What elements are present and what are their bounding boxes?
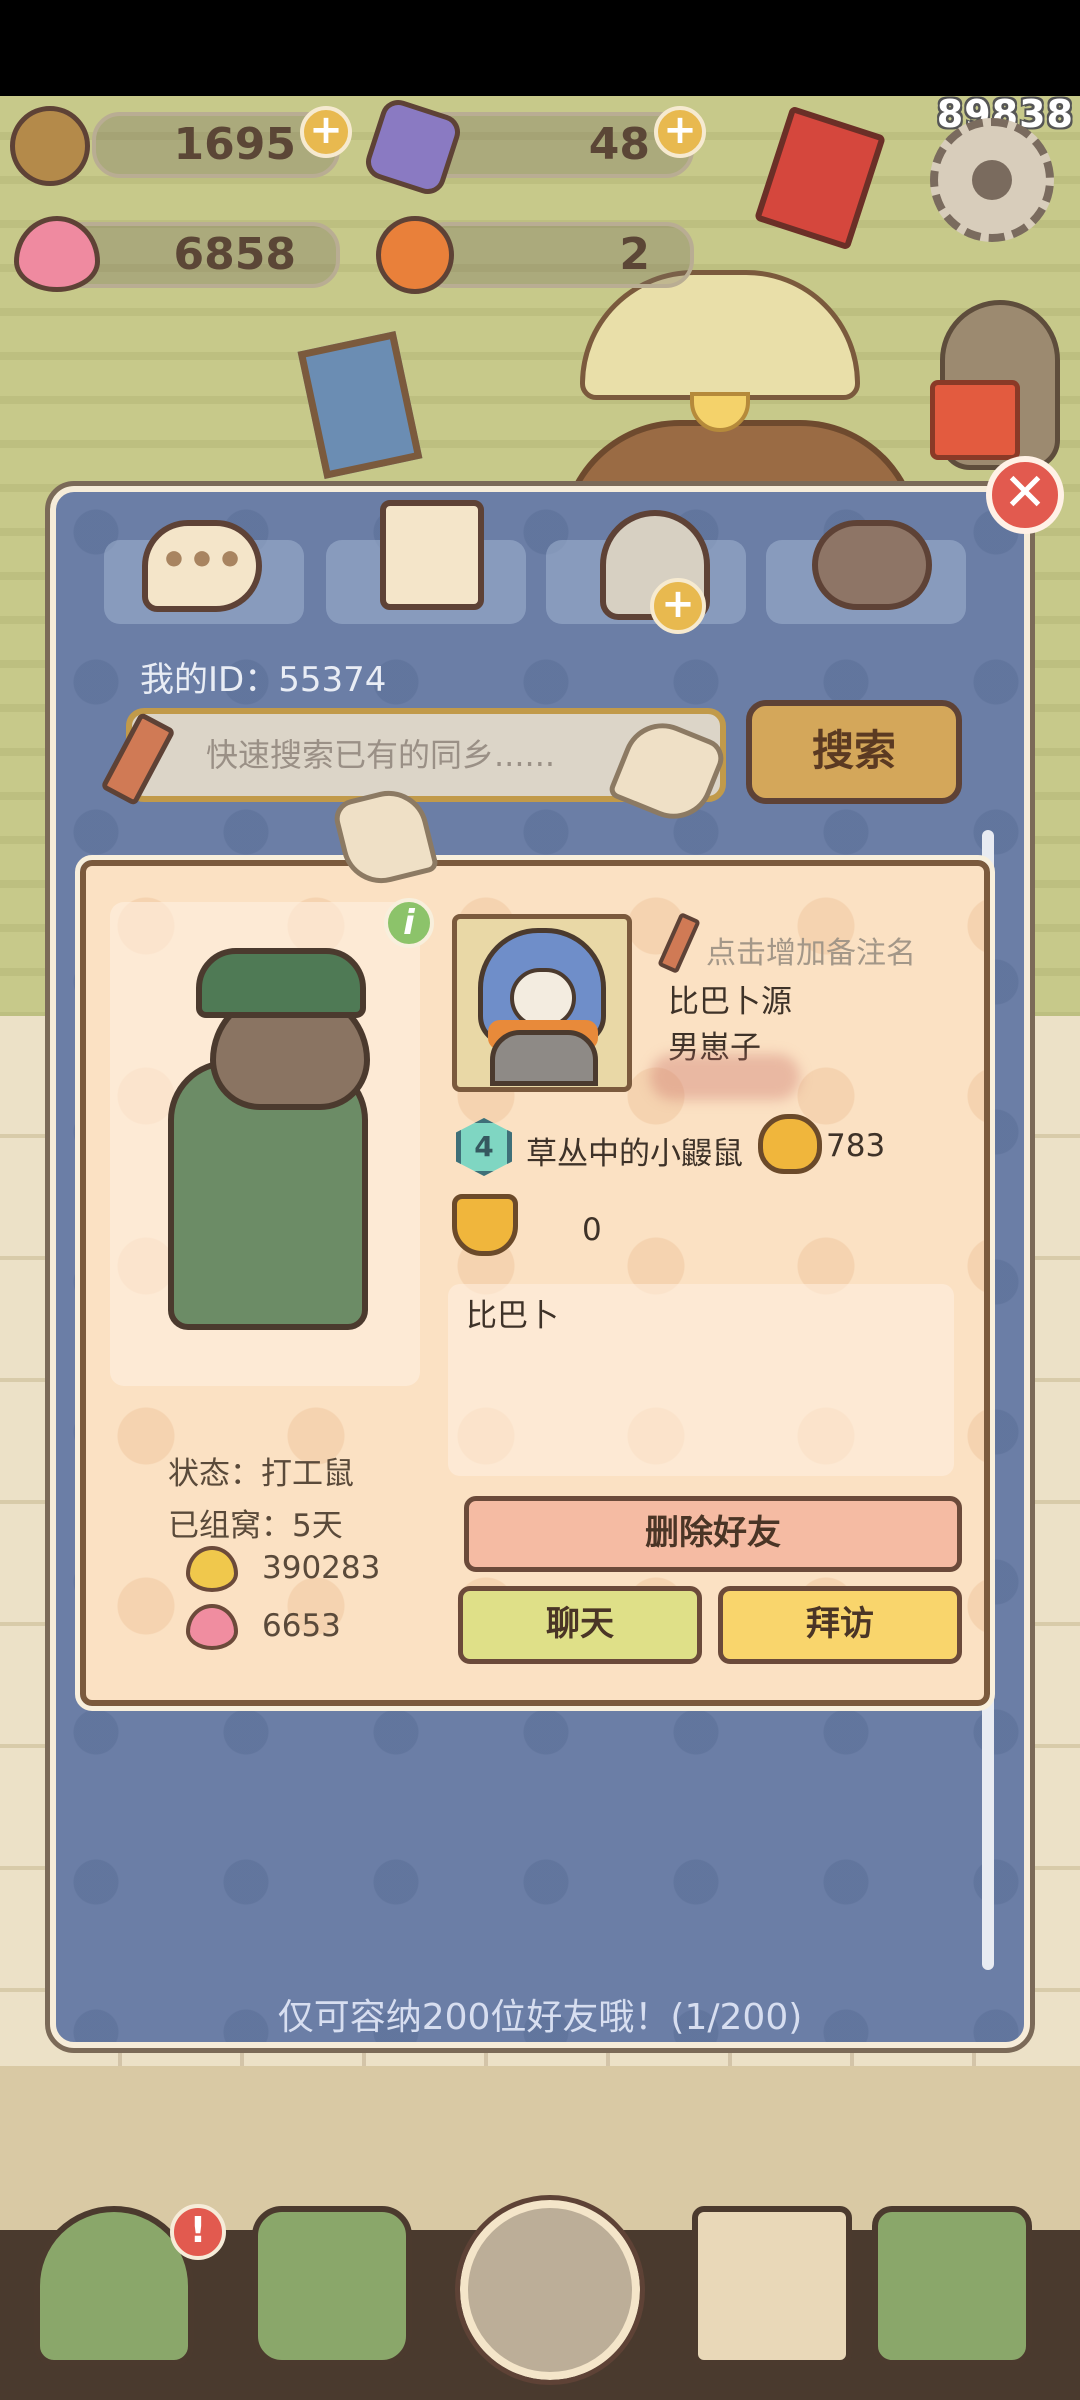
speech-bubble-icon: ••• [142, 520, 262, 612]
settings-gear-icon[interactable] [930, 118, 1054, 242]
remark-hint[interactable]: 点击增加备注名 [706, 928, 916, 972]
pink-heart-count: 6653 [262, 1608, 341, 1644]
contact-book-icon [380, 500, 484, 610]
nest-days: 已组窝：5天 [168, 1508, 343, 1544]
info-icon[interactable]: i [384, 898, 434, 948]
otter-hat [196, 948, 366, 1018]
status-bar [0, 0, 1080, 96]
pink-heart-icon [186, 1604, 238, 1650]
close-button[interactable]: ✕ [986, 456, 1064, 534]
friend-nickname: 比巴卜源 [668, 984, 792, 1020]
gold-heart-count: 390283 [262, 1550, 381, 1586]
gift-box-icon[interactable] [930, 380, 1020, 460]
status-text: 状态：打工鼠 [168, 1456, 354, 1492]
nav-tasks-button[interactable] [692, 2206, 852, 2366]
bell-icon [758, 1114, 822, 1174]
acorn-icon [10, 106, 90, 186]
orange-counter: 2 [418, 222, 694, 288]
trophy-count: 0 [582, 1212, 602, 1248]
delete-friend-button[interactable]: 删除好友 [464, 1496, 962, 1572]
plus-icon: + [650, 578, 706, 634]
bell-count: 783 [826, 1128, 886, 1164]
alert-badge: ! [170, 2204, 226, 2260]
crystal-add-button[interactable]: + [654, 106, 706, 158]
acorn-add-button[interactable]: + [300, 106, 352, 158]
crystal-counter: 48 [418, 112, 694, 178]
trophy-icon [452, 1194, 518, 1256]
bio-text: 比巴卜 [466, 1298, 559, 1334]
capacity-note: 仅可容纳200位好友哦！(1/200) [277, 1997, 803, 2038]
orange-icon [376, 216, 454, 294]
my-id-label: 我的ID：55374 [140, 660, 387, 700]
avatar-face [510, 968, 576, 1028]
avatar-body [490, 1030, 598, 1086]
otters-icon [812, 520, 932, 610]
gold-heart-icon [186, 1546, 238, 1592]
nav-mail-button[interactable] [252, 2206, 412, 2366]
nav-friends-button[interactable] [455, 2195, 645, 2385]
level-title: 草丛中的小鼹鼠 [526, 1136, 743, 1172]
visit-button[interactable]: 拜访 [718, 1586, 962, 1664]
blurred-info [650, 1054, 800, 1100]
nav-map-button[interactable] [872, 2206, 1032, 2366]
search-button[interactable]: 搜索 [746, 700, 962, 804]
chat-button[interactable]: 聊天 [458, 1586, 702, 1664]
